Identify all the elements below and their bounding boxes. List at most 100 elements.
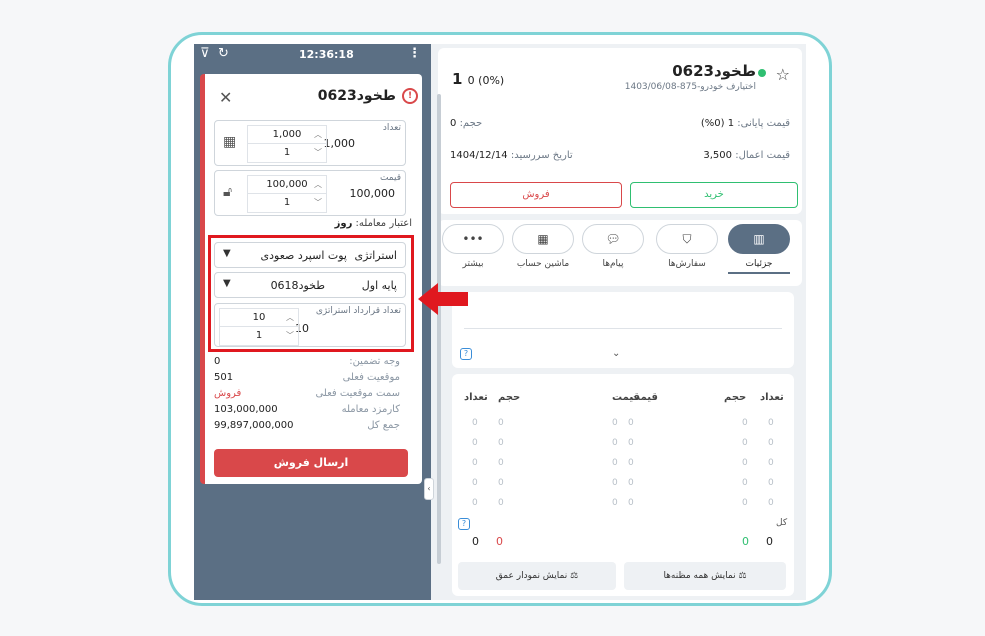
expiry-date: تاریخ سررسید: 1404/12/14 xyxy=(450,150,573,161)
summary-row: موقعیت فعلی 501 xyxy=(214,372,406,386)
tab-more[interactable]: ••• بیشتر xyxy=(442,224,504,269)
price-value[interactable]: 100,000 xyxy=(350,187,396,200)
all-suspects-label: نمایش همه مظنه‌ها xyxy=(663,571,736,581)
price-change: 0 (0%) xyxy=(467,74,505,87)
volume: حجم: 0 xyxy=(450,118,482,129)
chart-card: ⌄ ? xyxy=(452,292,794,368)
sell-button[interactable]: فروش xyxy=(450,182,622,208)
quantity-step-top: 1,000 xyxy=(272,129,302,140)
ob-cell: 0 xyxy=(628,458,634,468)
close-icon[interactable]: ✕ xyxy=(219,88,232,107)
quantity-field[interactable]: تعداد 1,000 1,000 ︿ 1 ﹀ ▦ xyxy=(214,120,406,166)
calculator-icon: ▦ xyxy=(512,224,574,254)
expiry-value: 1404/12/14 xyxy=(450,150,508,161)
ob-cell: 0 xyxy=(742,418,748,428)
ob-cell: 0 xyxy=(498,478,504,488)
final-price-label: قیمت پایانی: xyxy=(737,118,790,129)
chevron-down-icon[interactable]: ﹀ xyxy=(314,194,322,212)
help-icon[interactable]: ? xyxy=(458,518,470,530)
scale-icon: ⚖︎ xyxy=(738,571,747,581)
summary-label: سمت موقعیت فعلی xyxy=(315,388,400,399)
clock: 12:36:18 xyxy=(299,48,354,61)
price-field[interactable]: قیمت 100,000 100,000 ︿ 1 ﹀ 🔓︎ xyxy=(214,170,406,216)
depth-chart-label: نمایش نمودار عمق xyxy=(495,571,568,581)
status-dot xyxy=(758,69,766,77)
ob-cell: 0 xyxy=(768,458,774,468)
total-value: 0 xyxy=(496,535,503,548)
total-value: 0 xyxy=(472,535,479,548)
submit-sell-button[interactable]: ارسال فروش xyxy=(214,449,408,477)
total-value: 0 xyxy=(766,535,773,548)
tab-label: جزئیات xyxy=(728,259,790,274)
ob-cell: 0 xyxy=(498,438,504,448)
price-stepper[interactable]: 100,000 ︿ 1 ﹀ xyxy=(247,175,327,213)
buy-button[interactable]: خرید xyxy=(630,182,798,208)
price-step-bottom: 1 xyxy=(283,197,291,208)
scrollbar[interactable] xyxy=(437,94,441,564)
symbol-subtitle: اختیارف خودرو-875-1403/06/08 xyxy=(624,82,756,92)
ob-cell: 0 xyxy=(742,438,748,448)
filter-icon[interactable]: ⊽ xyxy=(200,46,210,61)
summary-value: 0 xyxy=(214,356,221,367)
chevron-down-icon[interactable]: ﹀ xyxy=(314,144,322,162)
help-icon[interactable]: ? xyxy=(460,348,472,360)
volume-label: حجم: xyxy=(459,118,483,129)
strike-label: قیمت اعمال: xyxy=(735,150,790,161)
unlock-icon[interactable]: 🔓︎ xyxy=(223,184,232,200)
ob-cell: 0 xyxy=(742,498,748,508)
tab-label: بیشتر xyxy=(462,259,484,269)
summary-label: کارمزد معامله xyxy=(341,404,400,415)
quantity-value[interactable]: 1,000 xyxy=(324,137,356,150)
star-icon[interactable]: ☆ xyxy=(776,65,790,84)
status-bar: ⊽ ↻ 12:36:18 ⋮ xyxy=(194,44,431,68)
ob-cell: 0 xyxy=(612,478,618,488)
ob-cell: 0 xyxy=(612,418,618,428)
ob-cell: 0 xyxy=(768,438,774,448)
summary-label: موقعیت فعلی xyxy=(342,372,400,383)
ob-cell: 0 xyxy=(472,458,478,468)
quantity-step-bottom: 1 xyxy=(283,147,291,158)
basket-icon: ⛉ xyxy=(656,224,718,254)
calculator-icon[interactable]: ▦ xyxy=(223,134,236,150)
strike-value: 3,500 xyxy=(703,150,733,161)
ob-header: قیمت xyxy=(630,392,658,403)
menu-icon[interactable]: ⋮ xyxy=(408,46,421,61)
tab-label: ماشین حساب xyxy=(516,259,570,269)
validity-value: روز xyxy=(334,218,353,229)
more-icon: ••• xyxy=(442,224,504,254)
summary-row: کارمزد معامله 103,000,000 xyxy=(214,404,406,418)
price-label: قیمت xyxy=(379,173,401,183)
validity: اعتبار معامله: روز xyxy=(335,218,412,229)
tab-messages[interactable]: 💬︎ پیام‌ها xyxy=(582,224,644,269)
tab-label: سفارش‌ها xyxy=(668,259,706,269)
refresh-icon[interactable]: ↻ xyxy=(218,46,229,61)
ob-cell: 0 xyxy=(742,478,748,488)
chevron-up-icon[interactable]: ︿ xyxy=(314,126,322,144)
order-form: ! طخود0623 ✕ تعداد 1,000 1,000 ︿ 1 ﹀ ▦ قیم… xyxy=(200,74,422,484)
scale-icon: ⚖︎ xyxy=(570,571,579,581)
quantity-stepper[interactable]: 1,000 ︿ 1 ﹀ xyxy=(247,125,327,163)
ob-cell: 0 xyxy=(628,498,634,508)
ob-cell: 0 xyxy=(612,438,618,448)
final-price-value: 1 (0%) xyxy=(700,118,735,129)
tab-orders[interactable]: ⛉ سفارش‌ها xyxy=(656,224,718,269)
chevron-up-icon[interactable]: ︿ xyxy=(314,176,322,194)
summary-row: وجه تضمین: 0 xyxy=(214,356,406,370)
summary-row: سمت موقعیت فعلی فروش xyxy=(214,388,406,402)
ob-header: تعداد xyxy=(760,392,784,403)
collapse-handle[interactable]: ‹ xyxy=(424,478,434,500)
summary-value: 501 xyxy=(214,372,234,383)
symbol-panel: ☆ طخود0623 اختیارف خودرو-875-1403/06/08 … xyxy=(434,44,806,600)
tab-details[interactable]: ▥ جزئیات xyxy=(728,224,790,274)
pointer-arrow xyxy=(418,283,468,315)
expiry-label: تاریخ سررسید: xyxy=(510,150,573,161)
all-suspects-button[interactable]: ⚖︎ نمایش همه مظنه‌ها xyxy=(624,562,786,590)
summary-label: وجه تضمین: xyxy=(349,356,400,367)
volume-value: 0 xyxy=(450,118,457,129)
tab-calculator[interactable]: ▦ ماشین حساب xyxy=(512,224,574,269)
total-value: 0 xyxy=(742,535,749,548)
ob-cell: 0 xyxy=(498,458,504,468)
depth-chart-button[interactable]: ⚖︎ نمایش نمودار عمق xyxy=(458,562,616,590)
summary-value: فروش xyxy=(214,388,242,399)
chevron-down-icon[interactable]: ⌄ xyxy=(612,348,620,359)
